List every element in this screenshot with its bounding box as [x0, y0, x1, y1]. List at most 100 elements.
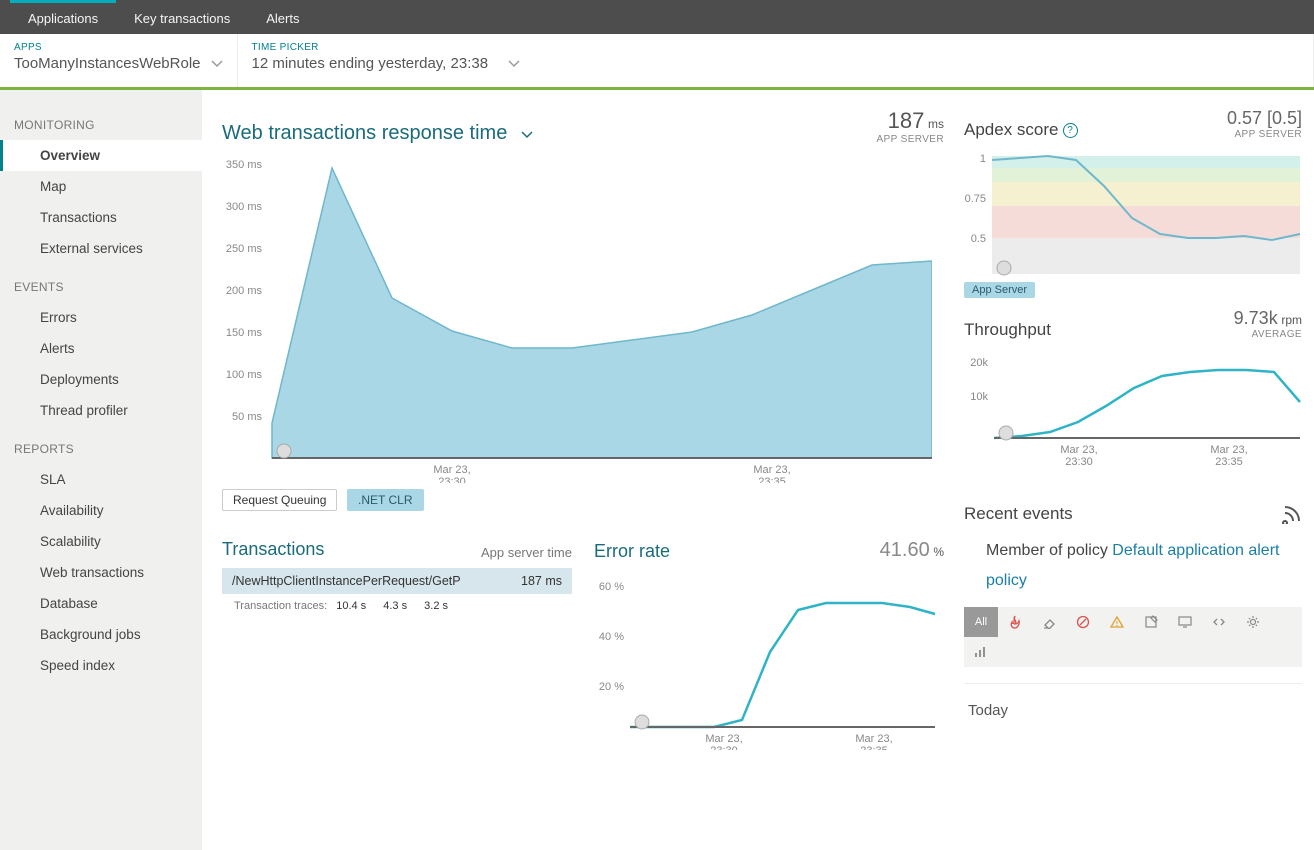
svg-text:23:35: 23:35	[758, 476, 786, 483]
trace-link[interactable]: 4.3 s	[383, 600, 407, 612]
filter-gear-icon[interactable]	[1236, 607, 1270, 637]
svg-text:150 ms: 150 ms	[226, 327, 263, 339]
response-time-title[interactable]: Web transactions response time	[222, 122, 533, 145]
area-net-clr	[272, 168, 932, 458]
sidebar-section-events: EVENTS	[0, 264, 202, 302]
filter-warning-icon[interactable]	[1100, 607, 1134, 637]
sidebar-item-alerts[interactable]: Alerts	[0, 333, 202, 364]
svg-text:Mar 23,: Mar 23,	[433, 464, 470, 476]
apdex-badge[interactable]: App Server	[964, 282, 1035, 298]
response-time-legend: Request Queuing .NET CLR	[222, 489, 944, 511]
time-picker[interactable]: TIME PICKER 12 minutes ending yesterday,…	[238, 34, 1314, 87]
response-time-chart[interactable]: 350 ms 300 ms 250 ms 200 ms 150 ms 100 m…	[222, 153, 932, 483]
sidebar-item-overview[interactable]: Overview	[0, 140, 202, 171]
filter-all[interactable]: All	[964, 607, 998, 637]
svg-text:20 %: 20 %	[599, 681, 624, 693]
transaction-traces: Transaction traces: 10.4 s 4.3 s 3.2 s	[222, 594, 572, 618]
transaction-name: /NewHttpClientInstancePerRequest/GetP	[232, 574, 461, 588]
error-rate-chart[interactable]: 60 % 40 % 20 % Mar 23, 23:30 Mar	[594, 570, 939, 750]
time-picker-value: 12 minutes ending yesterday, 23:38	[252, 55, 489, 72]
scrubber-handle[interactable]	[997, 261, 1011, 275]
error-rate-title: Error rate	[594, 541, 670, 562]
filter-chart-icon[interactable]	[964, 637, 998, 667]
svg-text:1: 1	[980, 153, 986, 165]
sidebar-item-errors[interactable]: Errors	[0, 302, 202, 333]
svg-text:Mar 23,: Mar 23,	[753, 464, 790, 476]
topnav-alerts[interactable]: Alerts	[248, 0, 317, 34]
svg-text:Mar 23,: Mar 23,	[855, 733, 892, 745]
filter-monitor-icon[interactable]	[1168, 607, 1202, 637]
filter-eraser-icon[interactable]	[1032, 607, 1066, 637]
svg-text:23:30: 23:30	[438, 476, 466, 483]
sidebar-section-reports: REPORTS	[0, 426, 202, 464]
svg-text:300 ms: 300 ms	[226, 201, 263, 213]
sidebar-item-speed-index[interactable]: Speed index	[0, 650, 202, 681]
error-rate-card: Error rate 41.60 % 60 % 40 % 20 %	[594, 539, 944, 750]
sidebar-item-background-jobs[interactable]: Background jobs	[0, 619, 202, 650]
svg-text:100 ms: 100 ms	[226, 369, 263, 381]
filter-note-icon[interactable]	[1134, 607, 1168, 637]
legend-net-clr[interactable]: .NET CLR	[347, 489, 423, 511]
sidebar-item-external-services[interactable]: External services	[0, 233, 202, 264]
filter-code-icon[interactable]	[1202, 607, 1236, 637]
sidebar-item-availability[interactable]: Availability	[0, 495, 202, 526]
topnav-applications[interactable]: Applications	[10, 0, 116, 34]
rss-icon[interactable]	[1282, 504, 1302, 524]
transactions-subtitle: App server time	[481, 545, 572, 560]
trace-link[interactable]: 10.4 s	[336, 600, 366, 612]
chevron-down-icon	[508, 60, 520, 68]
policy-text: Member of policy Default application ale…	[964, 524, 1302, 607]
scrubber-handle[interactable]	[635, 715, 649, 729]
transactions-title[interactable]: Transactions	[222, 539, 324, 560]
sidebar: MONITORING Overview Map Transactions Ext…	[0, 90, 202, 850]
apdex-chart[interactable]: 1 0.75 0.5	[964, 148, 1302, 278]
svg-text:Mar 23,: Mar 23,	[705, 733, 742, 745]
scrubber-handle[interactable]	[277, 444, 291, 458]
trace-link[interactable]: 3.2 s	[424, 600, 448, 612]
svg-text:0.75: 0.75	[965, 193, 986, 205]
sidebar-item-thread-profiler[interactable]: Thread profiler	[0, 395, 202, 426]
topnav-key-transactions[interactable]: Key transactions	[116, 0, 248, 34]
throughput-title: Throughput	[964, 320, 1051, 340]
chevron-down-icon	[521, 131, 533, 139]
recent-events-card: Recent events Member of policy Default a…	[964, 504, 1302, 719]
sidebar-item-database[interactable]: Database	[0, 588, 202, 619]
top-nav: Applications Key transactions Alerts	[0, 0, 1314, 34]
svg-text:Mar 23,: Mar 23,	[1210, 444, 1247, 456]
svg-text:350 ms: 350 ms	[226, 159, 263, 171]
time-picker-label: TIME PICKER	[252, 42, 1300, 53]
svg-text:60 %: 60 %	[599, 581, 624, 593]
chevron-down-icon	[211, 60, 223, 68]
filter-fire-icon[interactable]	[998, 607, 1032, 637]
transactions-card: Transactions App server time /NewHttpCli…	[222, 539, 572, 750]
help-icon[interactable]: ?	[1063, 123, 1078, 138]
svg-text:23:35: 23:35	[860, 745, 888, 750]
transaction-row[interactable]: /NewHttpClientInstancePerRequest/GetP 18…	[222, 568, 572, 594]
response-time-card: Web transactions response time 187 ms AP…	[222, 108, 944, 511]
filter-cancel-icon[interactable]	[1066, 607, 1100, 637]
sidebar-item-web-transactions[interactable]: Web transactions	[0, 557, 202, 588]
throughput-card: Throughput 9.73k rpm AVERAGE 20k 10k	[964, 308, 1302, 468]
error-rate-line	[630, 603, 935, 727]
events-today-header: Today	[964, 683, 1302, 719]
sidebar-section-monitoring: MONITORING	[0, 102, 202, 140]
sidebar-item-transactions[interactable]: Transactions	[0, 202, 202, 233]
legend-request-queuing[interactable]: Request Queuing	[222, 489, 337, 511]
svg-text:23:35: 23:35	[1215, 456, 1243, 468]
sidebar-item-deployments[interactable]: Deployments	[0, 364, 202, 395]
recent-events-title: Recent events	[964, 504, 1073, 524]
response-time-metric: 187 ms APP SERVER	[876, 108, 944, 145]
svg-text:23:30: 23:30	[710, 745, 738, 750]
throughput-chart[interactable]: 20k 10k Mar 23, 23:30 Mar 23, 23:35	[964, 348, 1302, 468]
sidebar-item-map[interactable]: Map	[0, 171, 202, 202]
apps-label: APPS	[14, 42, 223, 53]
scrubber-handle[interactable]	[999, 426, 1013, 440]
app-name: TooManyInstancesWebRole	[14, 55, 201, 72]
svg-text:50 ms: 50 ms	[232, 411, 262, 423]
sidebar-item-sla[interactable]: SLA	[0, 464, 202, 495]
sidebar-item-scalability[interactable]: Scalability	[0, 526, 202, 557]
transaction-time: 187 ms	[521, 574, 562, 588]
svg-text:40 %: 40 %	[599, 631, 624, 643]
app-picker[interactable]: APPS TooManyInstancesWebRole	[0, 34, 238, 87]
svg-text:200 ms: 200 ms	[226, 285, 263, 297]
